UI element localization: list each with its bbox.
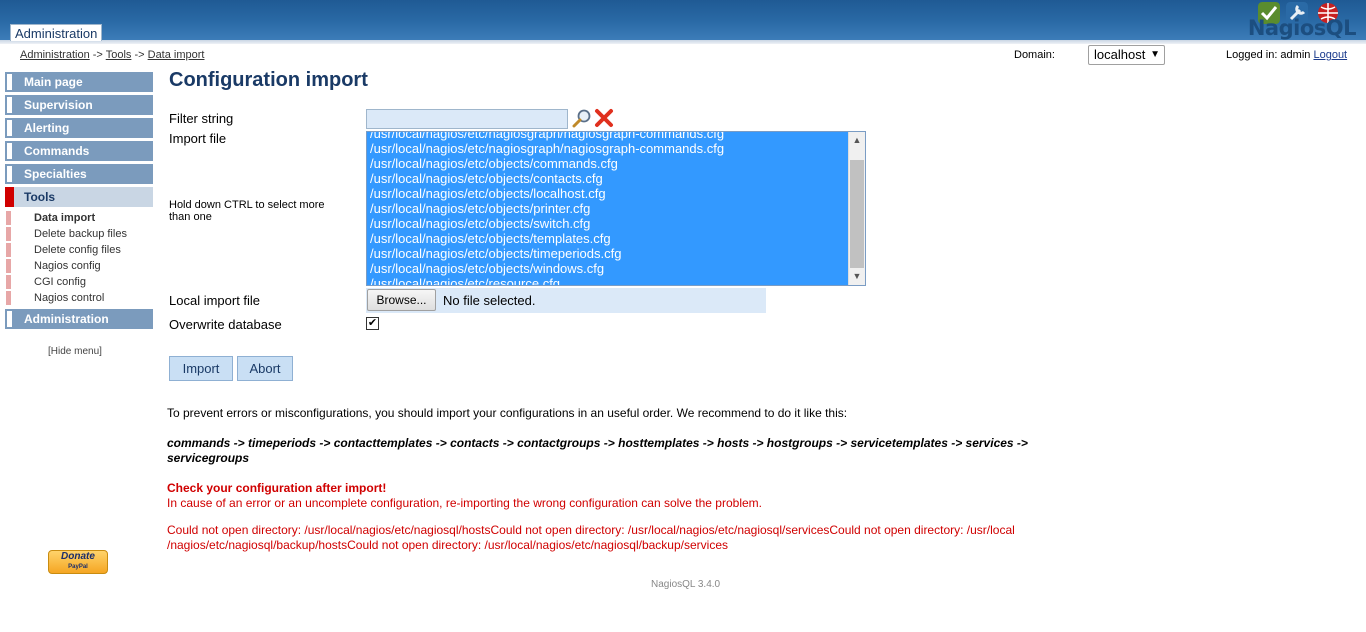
file-status-text: No file selected. [443,293,536,308]
list-item[interactable]: /usr/local/nagios/etc/nagiosgraph/nagios… [367,141,849,156]
import-order-info: To prevent errors or misconfigurations, … [167,406,848,420]
page-title: Configuration import [169,69,368,91]
submenu-delete-config-files[interactable]: Delete config files [5,242,153,258]
sidebar-item-label: Specialties [24,167,87,181]
list-item[interactable]: /usr/local/nagios/etc/objects/templates.… [367,231,849,246]
submenu-delete-backup-files[interactable]: Delete backup files [5,226,153,242]
list-item[interactable]: /usr/local/nagios/etc/nagiosgraph/nagios… [367,132,849,141]
list-item[interactable]: /usr/local/nagios/etc/objects/printer.cf… [367,201,849,216]
local-import-file-label: Local import file [169,293,261,308]
logout-link[interactable]: Logout [1313,49,1347,61]
domain-select[interactable]: localhost ▼ [1088,45,1165,65]
local-file-input: Browse... No file selected. [366,288,766,313]
submenu-nagios-control[interactable]: Nagios control [5,290,153,306]
breadcrumb-administration[interactable]: Administration [20,49,90,61]
sidebar-item-label: Supervision [24,98,93,112]
breadcrumb: Administration -> Tools -> Data import [20,49,204,61]
submenu-data-import[interactable]: Data import [5,210,153,226]
breadcrumb-separator: -> [134,49,145,61]
tools-submenu: Data import Delete backup files Delete c… [5,210,153,306]
top-header-bar [0,0,1366,40]
overwrite-database-label: Overwrite database [169,317,282,332]
breadcrumb-tools[interactable]: Tools [106,49,132,61]
nav-marker-active [5,187,14,207]
nagiosql-logo: NagiosQL [1231,2,1357,42]
list-item[interactable]: /usr/local/nagios/etc/resource.cfg [367,276,849,285]
check-config-title: Check your configuration after import! [167,481,387,495]
import-order-sequence: commands -> timeperiods -> contacttempla… [167,436,1028,465]
domain-selected-value: localhost [1094,47,1146,62]
paypal-label: PayPal [68,564,88,570]
listbox-rows: /usr/local/nagios/etc/nagiosgraph/nagios… [367,132,849,285]
list-item[interactable]: /usr/local/nagios/etc/objects/contacts.c… [367,171,849,186]
chevron-down-icon[interactable]: ▼ [849,268,865,285]
sidebar-item-label: Alerting [24,121,70,135]
list-item[interactable]: /usr/local/nagios/etc/objects/windows.cf… [367,261,849,276]
search-icon[interactable] [572,108,592,128]
administration-tab[interactable]: Administration [10,24,103,41]
submenu-nagios-config[interactable]: Nagios config [5,258,153,274]
sidebar-item-label: Main page [24,75,83,89]
list-item[interactable]: /usr/local/nagios/etc/objects/timeperiod… [367,246,849,261]
multi-select-hint: Hold down CTRL to select more than one [169,199,325,223]
logged-in-text: Logged in: admin [1226,49,1311,61]
logo-text: NagiosQL [1247,16,1357,40]
listbox-scrollbar[interactable]: ▲ ▼ [848,132,865,285]
nav-marker [5,309,14,329]
chevron-down-icon: ▼ [1150,49,1160,60]
breadcrumb-data-import[interactable]: Data import [148,49,205,61]
abort-button[interactable]: Abort [237,356,293,381]
list-item[interactable]: /usr/local/nagios/etc/objects/switch.cfg [367,216,849,231]
sidebar-item-specialties[interactable]: Specialties [5,164,153,184]
sidebar-item-label: Commands [24,144,90,158]
filter-string-input[interactable] [366,109,568,129]
sidebar-item-tools[interactable]: Tools [5,187,153,207]
sidebar-item-main-page[interactable]: Main page [5,72,153,92]
sidebar-item-supervision[interactable]: Supervision [5,95,153,115]
donate-label: Donate [61,551,95,562]
scrollbar-thumb[interactable] [850,160,864,268]
breadcrumb-separator: -> [92,49,103,61]
list-item[interactable]: /usr/local/nagios/etc/objects/commands.c… [367,156,849,171]
overwrite-database-checkbox[interactable]: ✔ [366,317,379,330]
submenu-cgi-config[interactable]: CGI config [5,274,153,290]
login-info: Logged in: admin Logout [1226,49,1347,61]
error-message-line-2: /nagios/etc/nagiosql/backup/hostsCould n… [167,538,728,552]
check-config-text: In cause of an error or an uncomplete co… [167,496,762,510]
nav-marker [5,72,14,92]
nav-marker [5,164,14,184]
nav-marker [5,141,14,161]
sidebar-item-commands[interactable]: Commands [5,141,153,161]
clear-filter-icon[interactable] [594,108,614,128]
domain-label: Domain: [1014,49,1055,61]
sidebar-item-alerting[interactable]: Alerting [5,118,153,138]
browse-button[interactable]: Browse... [367,289,436,311]
import-file-label: Import file [169,131,227,146]
donate-button[interactable]: Donate PayPal [48,550,108,574]
nav-marker [5,95,14,115]
error-message-line-1: Could not open directory: /usr/local/nag… [167,523,1015,537]
sidebar-item-label: Tools [24,190,56,204]
header-divider [0,40,1366,44]
filter-string-label: Filter string [169,111,234,126]
sidebar: Main page Supervision Alerting Commands … [5,72,153,332]
sidebar-item-label: Administration [24,312,109,326]
hide-menu-link[interactable]: [Hide menu] [48,346,102,357]
import-button[interactable]: Import [169,356,233,381]
chevron-up-icon[interactable]: ▲ [849,132,865,149]
list-item[interactable]: /usr/local/nagios/etc/objects/localhost.… [367,186,849,201]
footer-version: NagiosQL 3.4.0 [651,579,721,590]
sidebar-item-administration[interactable]: Administration [5,309,153,329]
nav-marker [5,118,14,138]
import-file-listbox[interactable]: /usr/local/nagios/etc/nagiosgraph/nagios… [366,131,866,286]
